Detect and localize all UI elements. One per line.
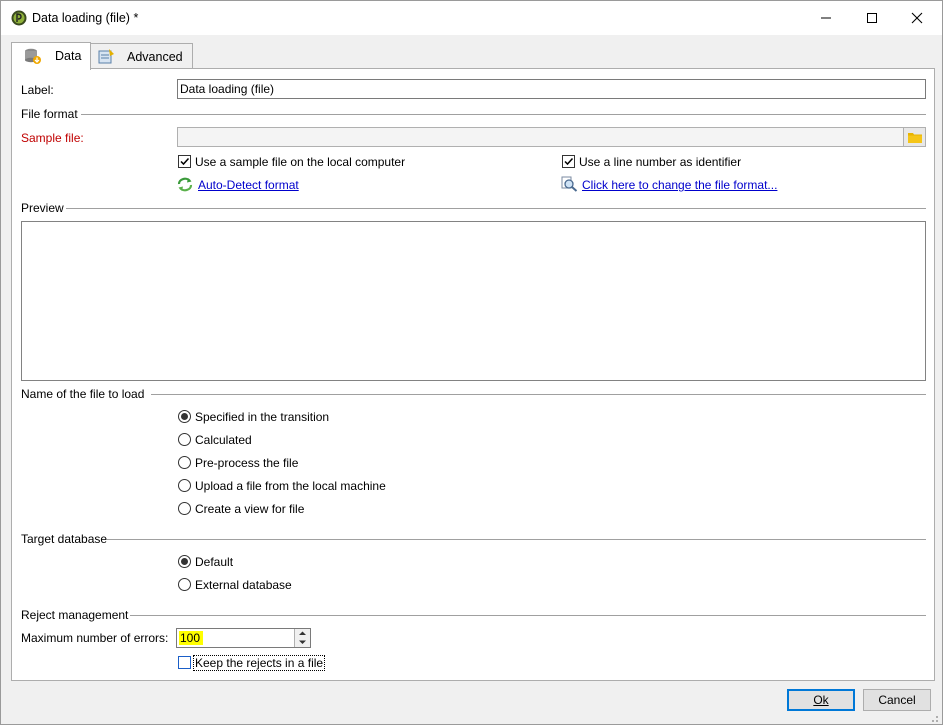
target-database-section: Target database [21,532,926,546]
checkmark-icon [180,157,190,166]
radio-upload-local[interactable] [178,479,191,492]
stepper-down-button[interactable] [294,638,310,647]
radio-pre-process-label[interactable]: Pre-process the file [195,456,298,470]
arrow-up-icon [299,631,306,635]
max-errors-stepper[interactable]: 100 [176,628,311,648]
label-caption: Label: [21,83,54,97]
tab-advanced-label: Advanced [127,50,183,64]
magnifier-icon [561,176,578,192]
preview-heading: Preview [21,201,64,215]
tab-data[interactable]: Data [11,42,91,70]
checkmark-icon [564,157,574,166]
radio-pre-process[interactable] [178,456,191,469]
reject-management-section: Reject management [21,608,926,622]
cancel-button-label: Cancel [878,693,916,707]
folder-icon [908,133,922,143]
tab-data-label: Data [55,49,82,63]
label-input[interactable]: Data loading (file) [177,79,926,99]
keep-rejects-checkbox[interactable] [178,656,191,669]
ok-button[interactable]: Ok [787,689,855,711]
file-to-load-heading: Name of the file to load [21,387,145,401]
radio-external-db[interactable] [178,578,191,591]
use-line-number-label[interactable]: Use a line number as identifier [579,155,741,169]
radio-calculated[interactable] [178,433,191,446]
cancel-button[interactable]: Cancel [863,689,931,711]
use-sample-local-label[interactable]: Use a sample file on the local computer [195,155,405,169]
resize-grip-icon[interactable] [929,713,939,723]
file-to-load-section: Name of the file to load [21,387,926,401]
use-line-number-checkbox[interactable] [562,155,575,168]
browse-file-button[interactable] [903,127,926,147]
advanced-tab-icon [98,49,114,64]
sample-file-caption: Sample file: [21,131,84,145]
preview-section: Preview [21,201,926,215]
radio-external-db-label[interactable]: External database [195,578,292,592]
auto-detect-format-link[interactable]: Auto-Detect format [198,178,299,192]
minimize-button[interactable] [803,1,849,35]
preview-area[interactable] [21,221,926,381]
tab-advanced[interactable]: Advanced [89,43,193,69]
data-tab-panel: Label: Data loading (file) File format S… [11,68,935,681]
target-database-heading: Target database [21,532,108,546]
dialog-window: Data loading (file) * Data Advanced Labe… [0,0,943,725]
radio-default-db[interactable] [178,555,191,568]
title-bar[interactable]: Data loading (file) * [1,1,942,35]
app-icon [11,10,27,26]
window-title: Data loading (file) * [32,11,139,25]
radio-default-db-label[interactable]: Default [195,555,233,569]
file-format-section: File format [21,107,926,121]
radio-specified-in-transition-label[interactable]: Specified in the transition [195,410,329,424]
max-errors-value[interactable]: 100 [179,631,204,645]
file-format-heading: File format [21,107,78,121]
reject-management-heading: Reject management [21,608,129,622]
arrow-down-icon [299,640,306,644]
data-tab-icon [25,48,41,64]
keep-rejects-label[interactable]: Keep the rejects in a file [193,655,326,671]
radio-calculated-label[interactable]: Calculated [195,433,252,447]
ok-button-label: Ok [813,693,829,707]
close-button[interactable] [894,1,940,35]
sample-file-input[interactable] [177,127,904,147]
max-errors-caption: Maximum number of errors: [21,631,169,645]
radio-create-view[interactable] [178,502,191,515]
close-icon [911,12,923,24]
radio-specified-in-transition[interactable] [178,410,191,423]
maximize-button[interactable] [849,1,895,35]
radio-create-view-label[interactable]: Create a view for file [195,502,304,516]
use-sample-local-checkbox[interactable] [178,155,191,168]
refresh-icon [177,177,193,192]
change-file-format-link[interactable]: Click here to change the file format... [582,178,777,192]
maximize-icon [867,13,877,23]
minimize-icon [821,17,831,19]
radio-upload-local-label[interactable]: Upload a file from the local machine [195,479,386,493]
